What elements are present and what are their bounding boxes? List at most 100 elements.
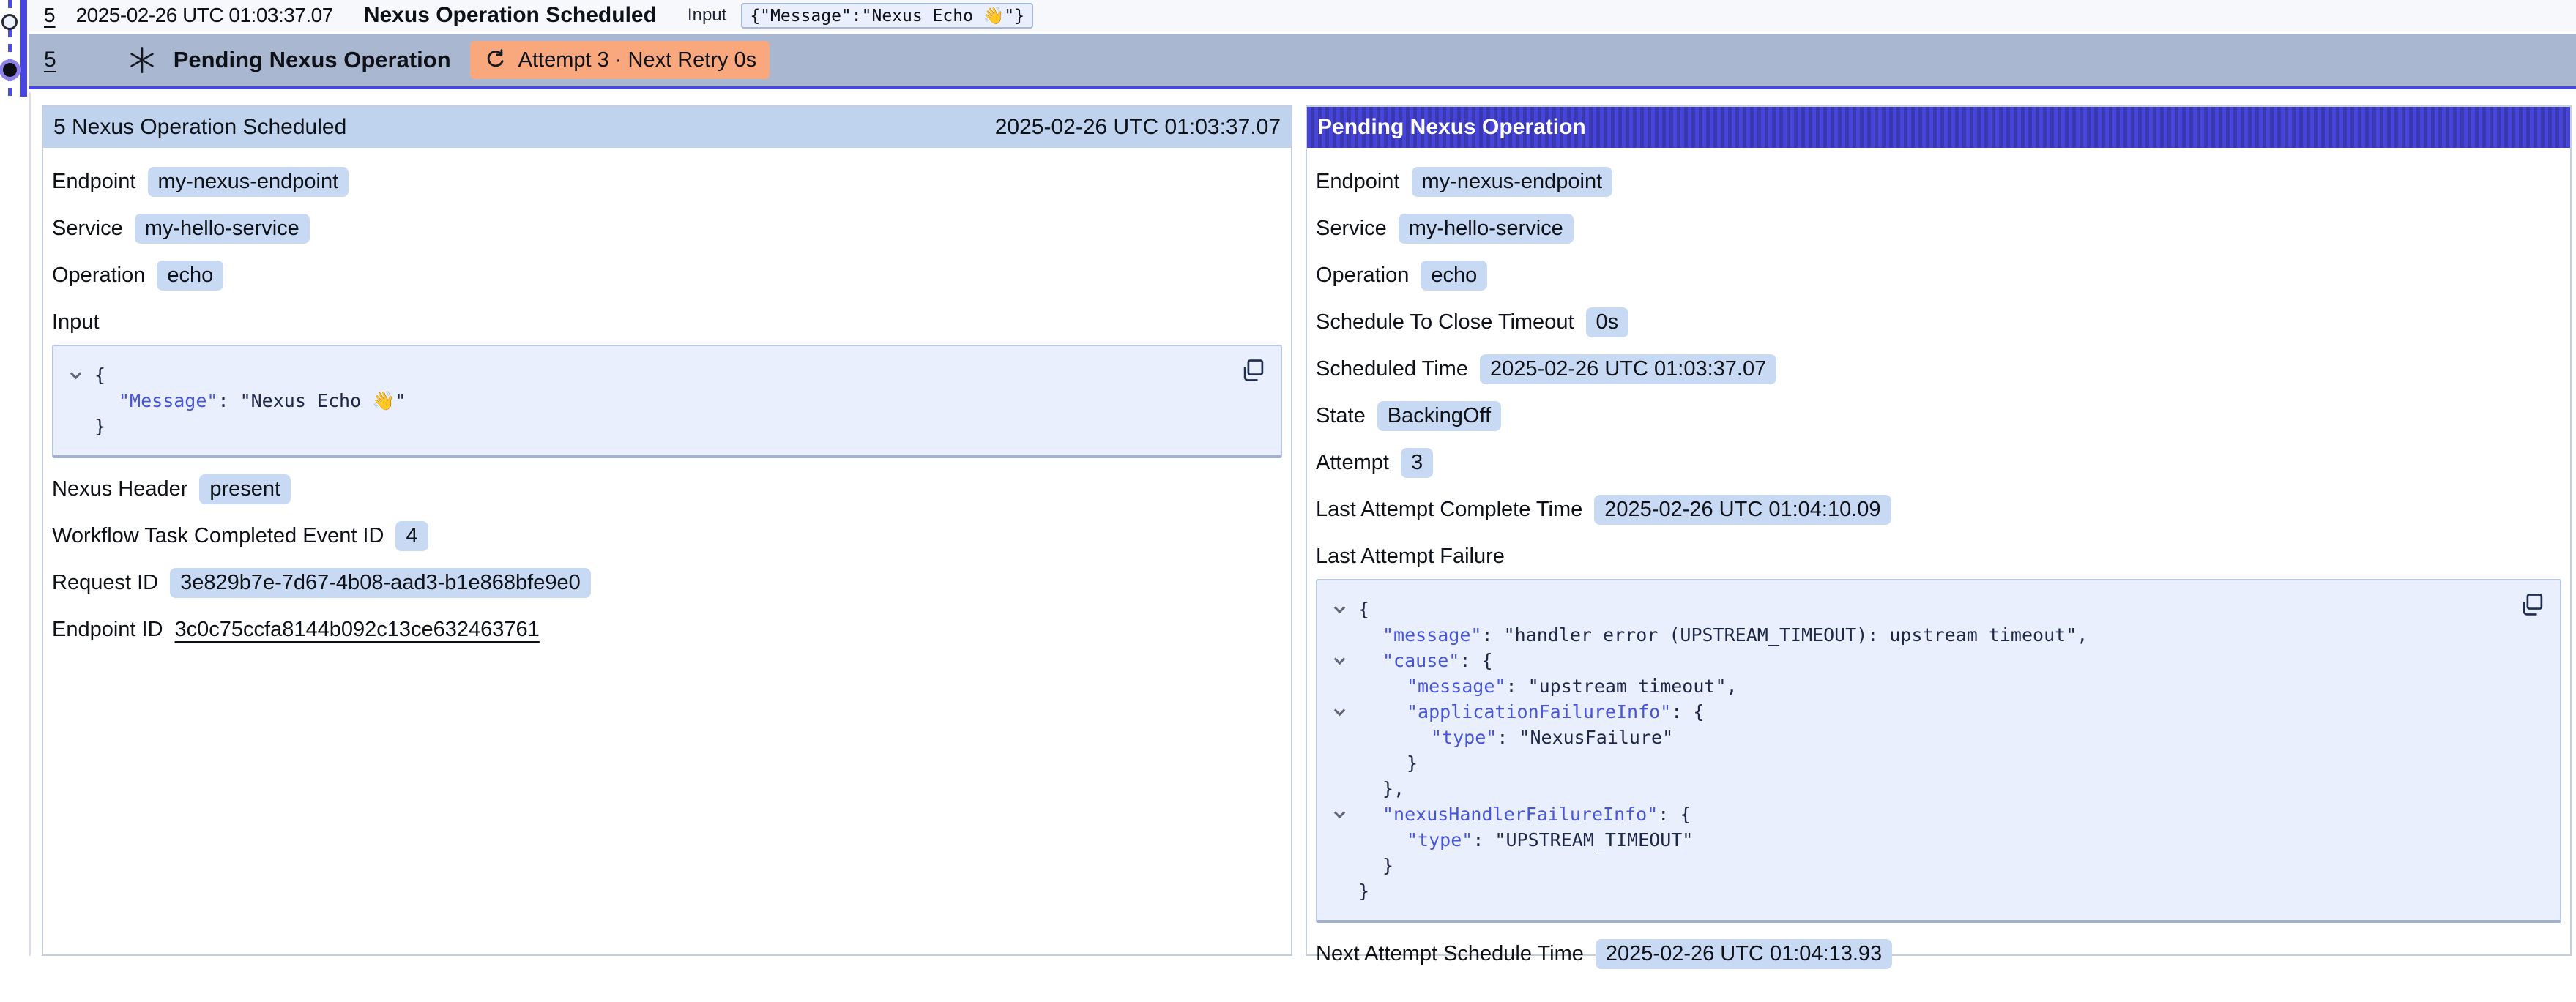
detail-field: Nexus Headerpresent	[52, 473, 1282, 505]
json-text: :	[217, 390, 239, 411]
field-value-badge: 3e829b7e-7d67-4b08-aad3-b1e868bfe9e0	[170, 568, 591, 598]
scheduled-fields-top: Endpoint my-nexus-endpoint Service my-hello…	[52, 165, 1282, 291]
failure-section-label: Last Attempt Failure	[1316, 545, 2561, 569]
json-line: "Message": "Nexus Echo 👋"	[68, 388, 1266, 414]
field-value-badge: 2025-02-26 UTC 01:03:37.07	[1480, 354, 1776, 384]
collapse-chevron-icon[interactable]	[70, 368, 82, 380]
field-label: State	[1316, 404, 1366, 428]
scheduled-panel-header: 5 Nexus Operation Scheduled 2025-02-26 U…	[43, 107, 1291, 148]
json-key: "nexusHandlerFailureInfo"	[1382, 804, 1658, 825]
json-text: {	[1358, 599, 1369, 620]
json-text: "NexusFailure"	[1519, 727, 1673, 748]
json-line: }	[1332, 750, 2545, 776]
event-time: 2025-02-26 UTC 01:03:37.07	[76, 4, 333, 27]
detail-field: Attempt 3	[1316, 446, 2561, 479]
json-text: "UPSTREAM_TIMEOUT"	[1494, 829, 1693, 850]
collapse-chevron-icon[interactable]	[1334, 705, 1346, 717]
json-line: "message": "upstream timeout",	[1332, 673, 2545, 699]
json-text: {	[94, 364, 105, 386]
event-timeline-rail	[0, 0, 29, 102]
event-input-label: Input	[688, 5, 726, 26]
input-json-block: {"Message": "Nexus Echo 👋"}	[52, 345, 1282, 458]
scheduled-fields-bottom: Nexus Headerpresent Workflow Task Complet…	[52, 473, 1282, 646]
event-input-chip: {"Message":"Nexus Echo 👋"}	[741, 3, 1033, 29]
json-line: "message": "handler error (UPSTREAM_TIME…	[1332, 622, 2545, 648]
json-line: "type": "UPSTREAM_TIMEOUT"	[1332, 827, 2545, 853]
detail-field: State BackingOff	[1316, 400, 2561, 432]
json-key: "type"	[1407, 829, 1473, 850]
field-label: Schedule To Close Timeout	[1316, 310, 1574, 334]
field-label: Workflow Task Completed Event ID	[52, 524, 384, 548]
detail-field: Operationecho	[52, 259, 1282, 291]
pending-panel-title: Pending Nexus Operation	[1317, 115, 1586, 140]
detail-field: Schedule To Close Timeout0s	[1316, 306, 2561, 338]
event-detail-panels: 5 Nexus Operation Scheduled 2025-02-26 U…	[42, 105, 2572, 956]
json-text: :	[1497, 727, 1519, 748]
json-text: : {	[1671, 701, 1704, 722]
field-label: Endpoint	[1316, 170, 1400, 194]
json-text: ,	[2077, 624, 2088, 646]
json-key: "type"	[1431, 727, 1497, 748]
field-label: Service	[52, 217, 123, 241]
event-id-link[interactable]: 5	[44, 4, 56, 27]
event-id-link[interactable]: 5	[44, 48, 56, 72]
field-label: Next Attempt Schedule Time	[1316, 942, 1584, 966]
input-section-label: Input	[52, 310, 1282, 334]
field-value-badge: BackingOff	[1377, 401, 1501, 431]
detail-field: Request ID3e829b7e-7d67-4b08-aad3-b1e868…	[52, 567, 1282, 599]
field-value-link[interactable]: 3c0c75ccfa8144b092c13ce632463761	[175, 618, 540, 642]
detail-field: Scheduled Time2025-02-26 UTC 01:03:37.07	[1316, 353, 2561, 385]
field-value-badge: my-hello-service	[135, 214, 310, 244]
pending-fields-top: Endpointmy-nexus-endpointServicemy-hello…	[1316, 165, 2561, 526]
json-text: ,	[1727, 676, 1738, 697]
json-text: }	[1382, 855, 1393, 876]
detail-field: Service my-hello-service	[52, 212, 1282, 244]
field-label: Endpoint	[52, 170, 136, 194]
event-row-pending[interactable]: 5 Pending Nexus Operation Attempt 3 · Ne…	[29, 34, 2576, 89]
detail-field: Operationecho	[1316, 259, 2561, 291]
field-value-badge: my-nexus-endpoint	[148, 167, 349, 197]
copy-button[interactable]	[1240, 356, 1267, 386]
selected-group-accent-bar	[20, 0, 27, 97]
attempt-retry-text: Attempt 3 · Next Retry 0s	[518, 48, 757, 72]
failure-json-block: {"message": "handler error (UPSTREAM_TIM…	[1316, 579, 2561, 923]
field-label: Operation	[52, 263, 145, 288]
json-text: :	[1473, 829, 1494, 850]
field-value-badge: 2025-02-26 UTC 01:04:10.09	[1594, 495, 1891, 525]
json-line: {	[68, 362, 1266, 388]
json-text: : {	[1459, 650, 1492, 671]
field-label: Nexus Header	[52, 477, 187, 501]
field-value-badge: echo	[1421, 261, 1487, 291]
copy-button[interactable]	[2519, 591, 2547, 621]
json-line: "cause": {	[1332, 648, 2545, 673]
event-title: Nexus Operation Scheduled	[364, 3, 657, 28]
pending-operation-panel: Pending Nexus Operation Endpoint my-nexus…	[1306, 105, 2572, 956]
json-text: }	[1407, 752, 1418, 774]
json-line: }	[68, 414, 1266, 439]
detail-field: Last Attempt Complete Time 2025-02-26 UTC…	[1316, 493, 2561, 526]
json-key: "message"	[1382, 624, 1481, 646]
json-text: "handler error (UPSTREAM_TIMEOUT): upstr…	[1504, 624, 2077, 646]
json-text: : {	[1658, 804, 1691, 825]
scheduled-panel-time: 2025-02-26 UTC 01:03:37.07	[995, 115, 1281, 140]
scheduled-event-panel: 5 Nexus Operation Scheduled 2025-02-26 U…	[42, 105, 1292, 956]
timeline-node-open-icon	[1, 14, 18, 30]
json-line: "applicationFailureInfo": {	[1332, 699, 2545, 725]
field-value-badge: 3	[1401, 448, 1433, 478]
json-text: :	[1505, 676, 1527, 697]
json-line: }	[1332, 878, 2545, 904]
collapse-chevron-icon[interactable]	[1334, 602, 1346, 614]
collapse-chevron-icon[interactable]	[1334, 807, 1346, 819]
json-line: "nexusHandlerFailureInfo": {	[1332, 801, 2545, 827]
field-value-badge: my-nexus-endpoint	[1412, 167, 1613, 197]
collapse-chevron-icon[interactable]	[1334, 654, 1346, 665]
field-value-badge: 4	[395, 521, 428, 551]
json-key: "message"	[1407, 676, 1505, 697]
field-value-badge: 2025-02-26 UTC 01:04:13.93	[1596, 939, 1892, 969]
copy-icon	[2519, 591, 2547, 618]
event-row-scheduled[interactable]: 5 2025-02-26 UTC 01:03:37.07 Nexus Opera…	[29, 0, 2576, 31]
field-label: Last Attempt Complete Time	[1316, 498, 1582, 522]
pending-fields-bottom: Next Attempt Schedule Time 2025-02-26 UTC…	[1316, 938, 2561, 970]
pending-asterisk-icon	[127, 45, 157, 75]
field-label: Attempt	[1316, 451, 1389, 475]
